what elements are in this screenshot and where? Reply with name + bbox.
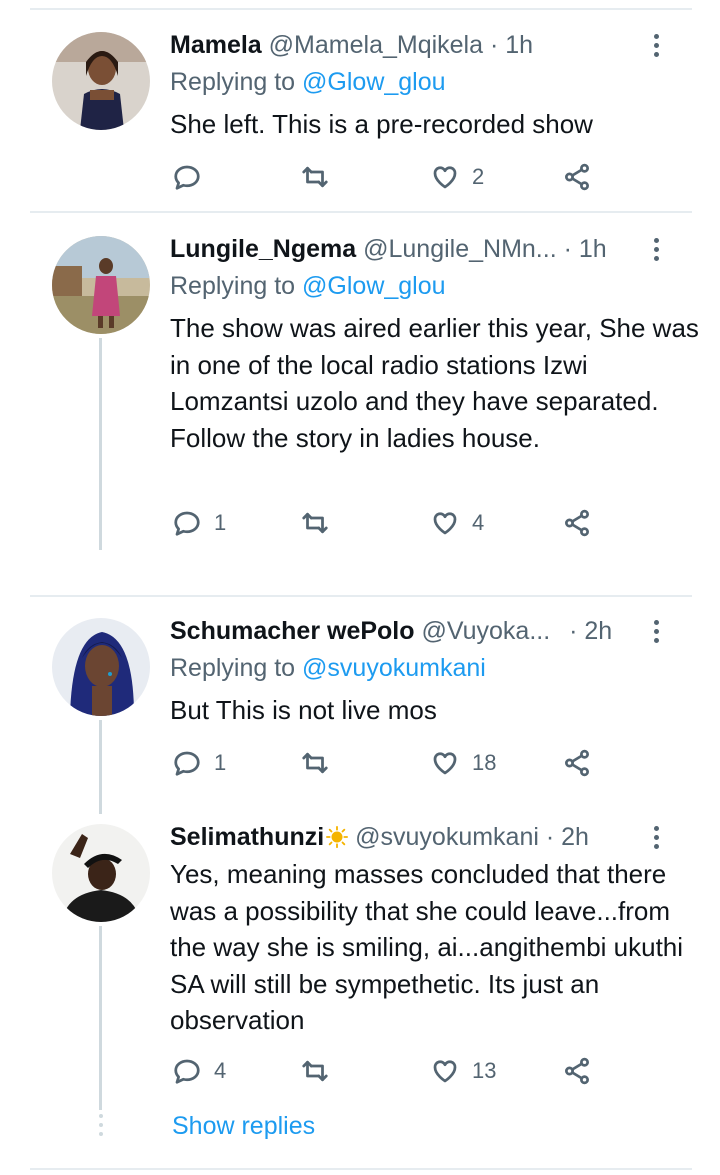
reply-count: 1 bbox=[214, 510, 227, 535]
like-icon bbox=[433, 1060, 457, 1083]
replying-to-label: Replying to bbox=[170, 272, 303, 300]
share-icon bbox=[565, 1057, 589, 1085]
tweet-2[interactable]: Lungile_Ngema @Lungile_NMn... · 1h Reply… bbox=[0, 232, 720, 562]
share-button[interactable] bbox=[562, 160, 592, 194]
tweet-header: Selimathunzi @svuyokumkani · 2h bbox=[170, 822, 680, 852]
replying-to: Replying to @svuyokumkani bbox=[170, 654, 486, 683]
tweet-1[interactable]: Mamela @Mamela_Mqikela · 1h Replying to … bbox=[0, 28, 720, 208]
share-icon bbox=[565, 749, 589, 777]
timestamp[interactable]: · 1h bbox=[564, 235, 607, 263]
tweet-text: She left. This is a pre-recorded show bbox=[170, 109, 593, 139]
retweet-button[interactable] bbox=[300, 506, 342, 540]
replying-to: Replying to @Glow_glou bbox=[170, 68, 446, 97]
reply-button[interactable]: 4 bbox=[172, 1054, 226, 1088]
reply-icon bbox=[174, 165, 200, 190]
retweet-button[interactable] bbox=[300, 746, 342, 780]
reply-icon bbox=[174, 751, 200, 776]
replying-to-mention[interactable]: @Glow_glou bbox=[302, 272, 446, 300]
avatar[interactable] bbox=[52, 824, 150, 922]
reply-button[interactable]: 1 bbox=[172, 746, 226, 780]
top-divider bbox=[30, 8, 692, 10]
display-name[interactable]: Mamela bbox=[170, 31, 262, 59]
tweet-3[interactable]: Schumacher wePolo @Vuyoka... · 2h Replyi… bbox=[0, 614, 720, 794]
thread-dots bbox=[98, 1114, 104, 1141]
user-handle[interactable]: @Vuyoka... bbox=[421, 617, 550, 645]
like-icon bbox=[433, 752, 457, 775]
like-icon bbox=[433, 166, 457, 189]
action-bar: 4 13 bbox=[172, 1054, 612, 1088]
retweet-icon bbox=[302, 1060, 328, 1082]
share-button[interactable] bbox=[562, 746, 592, 780]
share-button[interactable] bbox=[562, 1054, 592, 1088]
like-icon bbox=[433, 512, 457, 535]
tweet-text: Yes, meaning masses concluded that there… bbox=[170, 859, 684, 1035]
like-button[interactable]: 18 bbox=[430, 746, 496, 780]
reply-button[interactable] bbox=[172, 160, 214, 194]
like-count: 4 bbox=[472, 510, 485, 535]
user-handle[interactable]: @svuyokumkani bbox=[355, 823, 539, 851]
show-replies-link[interactable]: Show replies bbox=[172, 1112, 315, 1141]
reply-count: 4 bbox=[214, 1058, 227, 1083]
timestamp[interactable]: · 2h bbox=[546, 823, 589, 851]
tweet-4[interactable]: Selimathunzi @svuyokumkani · 2h Yes, mea… bbox=[0, 820, 720, 1100]
display-name[interactable]: Schumacher wePolo bbox=[170, 617, 415, 645]
share-icon bbox=[565, 163, 589, 191]
reply-count: 1 bbox=[214, 750, 227, 775]
sun-emoji-icon bbox=[326, 825, 349, 848]
reply-icon bbox=[174, 511, 200, 536]
reply-icon bbox=[174, 1059, 200, 1084]
more-icon[interactable] bbox=[652, 620, 660, 647]
action-bar: 1 4 bbox=[172, 506, 612, 540]
like-button[interactable]: 13 bbox=[430, 1054, 496, 1088]
more-icon[interactable] bbox=[652, 34, 660, 61]
replying-to-mention[interactable]: @Glow_glou bbox=[302, 68, 446, 96]
retweet-icon bbox=[302, 166, 328, 188]
reply-button[interactable]: 1 bbox=[172, 506, 226, 540]
more-icon[interactable] bbox=[652, 826, 660, 853]
avatar[interactable] bbox=[52, 618, 150, 716]
like-count: 2 bbox=[472, 164, 485, 189]
display-name[interactable]: Selimathunzi bbox=[170, 823, 324, 851]
tweet-header: Schumacher wePolo @Vuyoka... · 2h bbox=[170, 616, 680, 646]
tweet-header: Lungile_Ngema @Lungile_NMn... · 1h bbox=[170, 234, 680, 264]
like-button[interactable]: 4 bbox=[430, 506, 484, 540]
replying-to-label: Replying to bbox=[170, 68, 303, 96]
avatar[interactable] bbox=[52, 236, 150, 334]
bottom-divider bbox=[30, 1168, 692, 1170]
more-icon[interactable] bbox=[652, 238, 660, 265]
retweet-icon bbox=[302, 752, 328, 774]
replying-to: Replying to @Glow_glou bbox=[170, 272, 446, 301]
like-count: 18 bbox=[472, 750, 497, 775]
share-button[interactable] bbox=[562, 506, 592, 540]
tweet-text: But This is not live mos bbox=[170, 695, 437, 725]
action-bar: 1 18 bbox=[172, 746, 612, 780]
like-button[interactable]: 2 bbox=[430, 160, 484, 194]
like-count: 13 bbox=[472, 1058, 497, 1083]
timestamp[interactable]: · 1h bbox=[490, 31, 533, 59]
replying-to-mention[interactable]: @svuyokumkani bbox=[302, 654, 486, 682]
replying-to-label: Replying to bbox=[170, 654, 303, 682]
user-handle[interactable]: @Lungile_NMn... bbox=[363, 235, 557, 263]
timestamp[interactable]: · 2h bbox=[569, 617, 612, 645]
tweet-header: Mamela @Mamela_Mqikela · 1h bbox=[170, 30, 680, 60]
action-bar: 2 bbox=[172, 160, 612, 194]
retweet-button[interactable] bbox=[300, 1054, 342, 1088]
tweet-divider bbox=[30, 595, 692, 597]
avatar[interactable] bbox=[52, 32, 150, 130]
display-name[interactable]: Lungile_Ngema bbox=[170, 235, 356, 263]
retweet-icon bbox=[302, 512, 328, 534]
tweet-divider bbox=[30, 211, 692, 213]
retweet-button[interactable] bbox=[300, 160, 342, 194]
tweet-text: The show was aired earlier this year, Sh… bbox=[170, 313, 699, 453]
user-handle[interactable]: @Mamela_Mqikela bbox=[269, 31, 483, 59]
share-icon bbox=[565, 509, 589, 537]
